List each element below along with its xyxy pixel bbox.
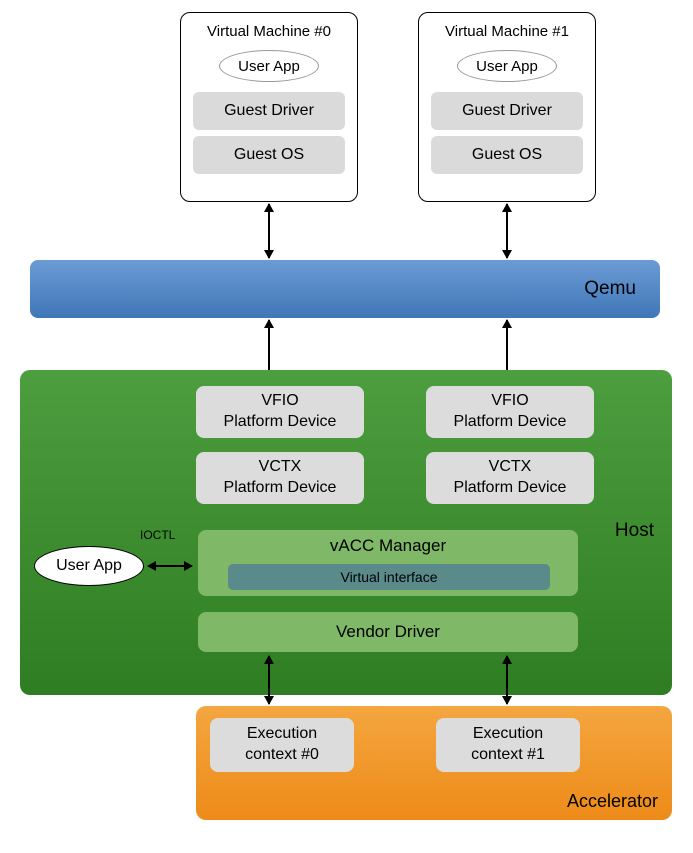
vctx-platform-1: VCTX Platform Device bbox=[426, 452, 594, 504]
arrow-vm1-qemu bbox=[506, 204, 508, 258]
vm-box-0: Virtual Machine #0 User App Guest Driver… bbox=[180, 12, 358, 202]
vm0-guest-driver: Guest Driver bbox=[193, 92, 345, 130]
vctx-platform-0: VCTX Platform Device bbox=[196, 452, 364, 504]
vm0-guest-os: Guest OS bbox=[193, 136, 345, 174]
vm-title-0: Virtual Machine #0 bbox=[189, 23, 349, 40]
host-box: Host VFIO Platform Device VFIO Platform … bbox=[20, 370, 672, 695]
vctx0-l1: VCTX bbox=[259, 457, 302, 478]
qemu-label: Qemu bbox=[584, 278, 636, 300]
vacc-manager: vACC Manager Virtual interface bbox=[198, 530, 578, 596]
vm1-guest-driver: Guest Driver bbox=[431, 92, 583, 130]
vctx0-l2: Platform Device bbox=[224, 478, 337, 499]
vfio0-l1: VFIO bbox=[261, 391, 298, 412]
vctx1-l1: VCTX bbox=[489, 457, 532, 478]
ec1-l1: Execution bbox=[473, 724, 543, 745]
ioctl-label: IOCTL bbox=[140, 528, 175, 542]
vm-title-1: Virtual Machine #1 bbox=[427, 23, 587, 40]
vm0-user-app: User App bbox=[219, 50, 319, 82]
host-label: Host bbox=[615, 520, 654, 542]
vfio1-l2: Platform Device bbox=[454, 412, 567, 433]
vfio1-l1: VFIO bbox=[491, 391, 528, 412]
qemu-bar: Qemu bbox=[30, 260, 660, 318]
vctx1-l2: Platform Device bbox=[454, 478, 567, 499]
vm1-guest-os: Guest OS bbox=[431, 136, 583, 174]
ec0-l2: context #0 bbox=[245, 745, 319, 766]
ec0-l1: Execution bbox=[247, 724, 317, 745]
vfio-platform-1: VFIO Platform Device bbox=[426, 386, 594, 438]
vacc-title: vACC Manager bbox=[330, 536, 446, 555]
arrow-vendor-exec0 bbox=[268, 656, 270, 704]
arrow-vendor-exec1 bbox=[506, 656, 508, 704]
exec-context-1: Execution context #1 bbox=[436, 718, 580, 772]
accelerator-label: Accelerator bbox=[567, 791, 658, 812]
vfio0-l2: Platform Device bbox=[224, 412, 337, 433]
vfio-platform-0: VFIO Platform Device bbox=[196, 386, 364, 438]
vm1-user-app: User App bbox=[457, 50, 557, 82]
virtual-interface: Virtual interface bbox=[228, 564, 550, 590]
exec-context-0: Execution context #0 bbox=[210, 718, 354, 772]
arrow-ioctl bbox=[148, 565, 192, 567]
arrow-vm0-qemu bbox=[268, 204, 270, 258]
accelerator-box: Accelerator Execution context #0 Executi… bbox=[196, 706, 672, 820]
host-user-app: User App bbox=[34, 546, 144, 586]
vendor-driver: Vendor Driver bbox=[198, 612, 578, 652]
ec1-l2: context #1 bbox=[471, 745, 545, 766]
vm-box-1: Virtual Machine #1 User App Guest Driver… bbox=[418, 12, 596, 202]
